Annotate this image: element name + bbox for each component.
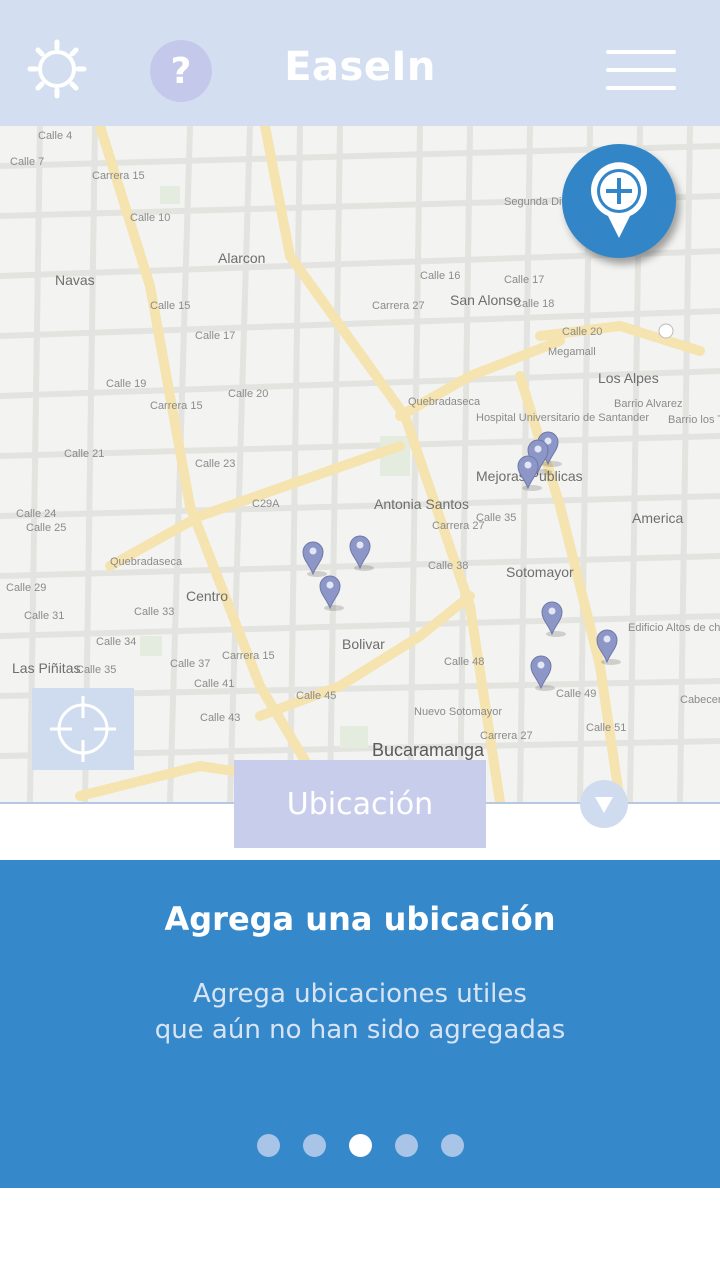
hamburger-menu-icon [606, 50, 676, 54]
location-marker[interactable] [596, 629, 622, 666]
panel-description-line1: Agrega ubicaciones utiles [193, 979, 527, 1009]
pager-dot-5[interactable] [440, 1134, 464, 1157]
add-location-button[interactable] [562, 144, 676, 258]
crosshair-icon [50, 696, 116, 762]
location-marker[interactable] [319, 575, 345, 612]
add-location-pin-icon [591, 162, 647, 238]
pager-dots [0, 1134, 720, 1157]
pager-dot-1[interactable] [256, 1134, 280, 1157]
triangle-down-icon [595, 797, 613, 813]
locate-me-button[interactable] [32, 688, 134, 770]
location-marker[interactable] [302, 541, 328, 578]
panel-title: Agrega una ubicación [164, 900, 556, 938]
pager-dot-4[interactable] [394, 1134, 418, 1157]
panel-description: Agrega ubicaciones utiles que aún no han… [0, 976, 720, 1048]
location-marker[interactable] [530, 655, 556, 692]
location-marker[interactable] [541, 601, 567, 638]
location-tab[interactable]: Ubicación [234, 760, 486, 848]
app-header: ? EaseIn [0, 0, 720, 126]
pager-dot-3[interactable] [348, 1134, 372, 1157]
menu-button[interactable] [606, 50, 676, 94]
panel-description-line2: que aún no han sido agregadas [154, 1015, 566, 1045]
location-marker[interactable] [349, 535, 375, 572]
pager-dot-2[interactable] [302, 1134, 326, 1157]
collapse-button[interactable] [580, 780, 628, 828]
onboarding-panel: Agrega una ubicación Agrega ubicaciones … [0, 860, 720, 1188]
